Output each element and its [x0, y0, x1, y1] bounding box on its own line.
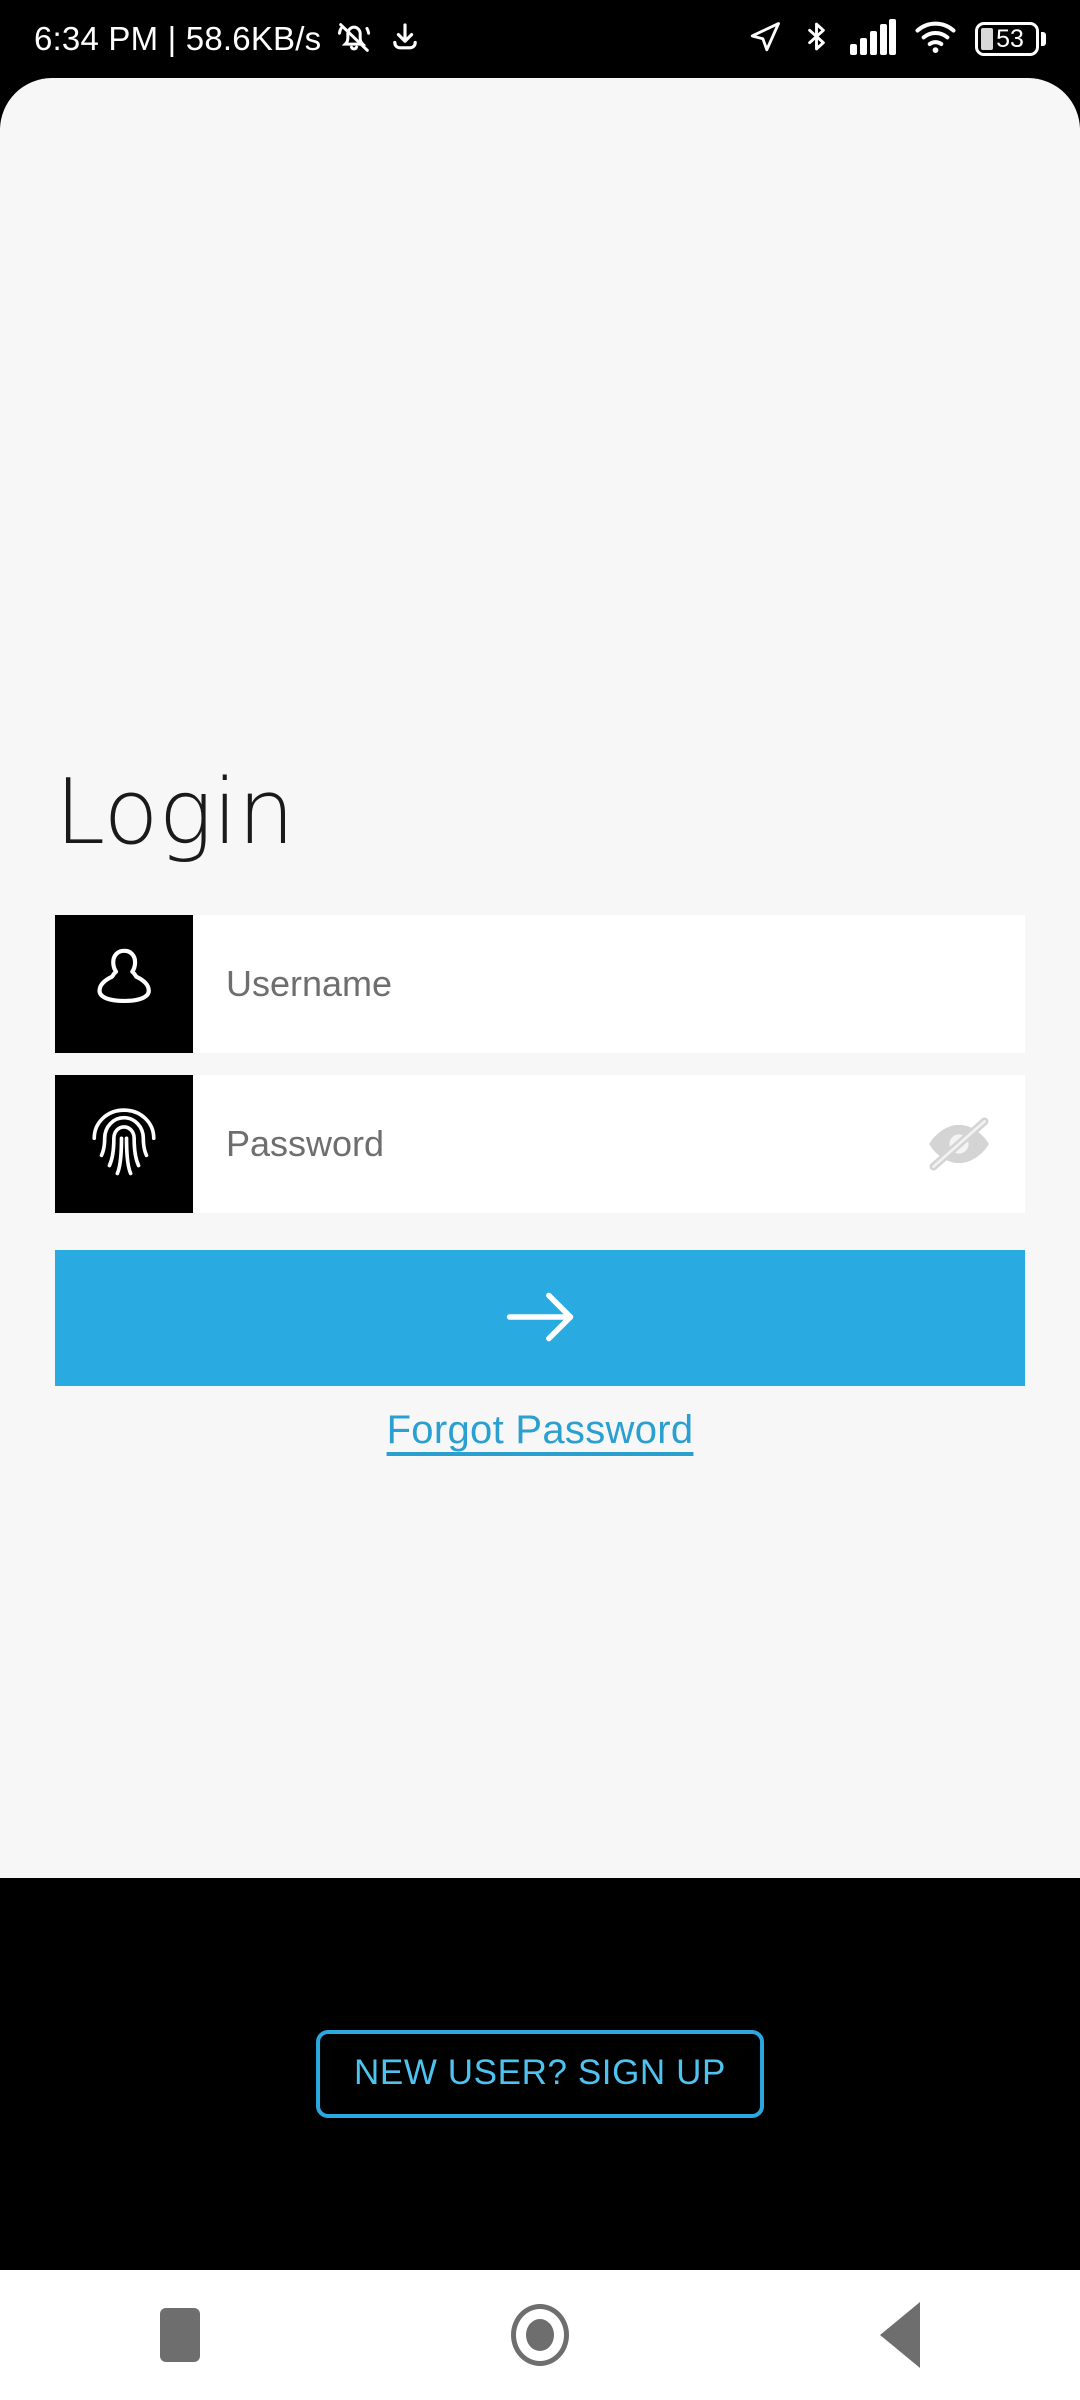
- app-content-area: Login Username Forgot Password: [0, 78, 1080, 1878]
- page-title: Login: [55, 760, 295, 865]
- download-icon: [387, 19, 423, 60]
- signup-footer: NEW USER? SIGN UP: [0, 1878, 1080, 2270]
- password-input[interactable]: [226, 1123, 992, 1165]
- username-field-row[interactable]: [55, 915, 1025, 1053]
- home-circle-icon[interactable]: [460, 2270, 620, 2400]
- username-input-container[interactable]: [193, 915, 1025, 1053]
- status-bar-left: 6:34 PM | 58.6KB/s: [34, 18, 423, 61]
- back-triangle-icon[interactable]: [820, 2270, 980, 2400]
- forgot-password-link[interactable]: Forgot Password: [379, 1408, 702, 1453]
- password-input-container[interactable]: [193, 1075, 1025, 1213]
- location-arrow-icon: [747, 19, 783, 60]
- status-bar-right: 53: [747, 18, 1046, 60]
- status-bar: 6:34 PM | 58.6KB/s 53: [0, 0, 1080, 78]
- eye-slash-icon[interactable]: [921, 1114, 997, 1174]
- user-person-icon: [55, 915, 193, 1053]
- bell-mute-icon: [335, 18, 373, 61]
- phone-screen: 6:34 PM | 58.6KB/s 53 Login Username For…: [0, 0, 1080, 2400]
- password-field-row[interactable]: [55, 1075, 1025, 1213]
- forgot-password-link-wrap: Forgot Password: [0, 1408, 1080, 1453]
- username-input[interactable]: [226, 963, 992, 1005]
- submit-login-button[interactable]: [55, 1250, 1025, 1386]
- battery-percent-label: 53: [996, 25, 1024, 53]
- wifi-icon: [913, 19, 958, 60]
- cellular-signal-icon: [850, 18, 896, 60]
- bluetooth-icon: [800, 18, 833, 60]
- arrow-right-icon: [502, 1289, 578, 1348]
- recents-square-icon[interactable]: [100, 2270, 260, 2400]
- android-navigation-bar: [0, 2270, 1080, 2400]
- fingerprint-icon: [55, 1075, 193, 1213]
- battery-icon: 53: [975, 22, 1046, 56]
- status-clock-and-network: 6:34 PM | 58.6KB/s: [34, 20, 322, 57]
- new-user-signup-button[interactable]: NEW USER? SIGN UP: [316, 2030, 764, 2118]
